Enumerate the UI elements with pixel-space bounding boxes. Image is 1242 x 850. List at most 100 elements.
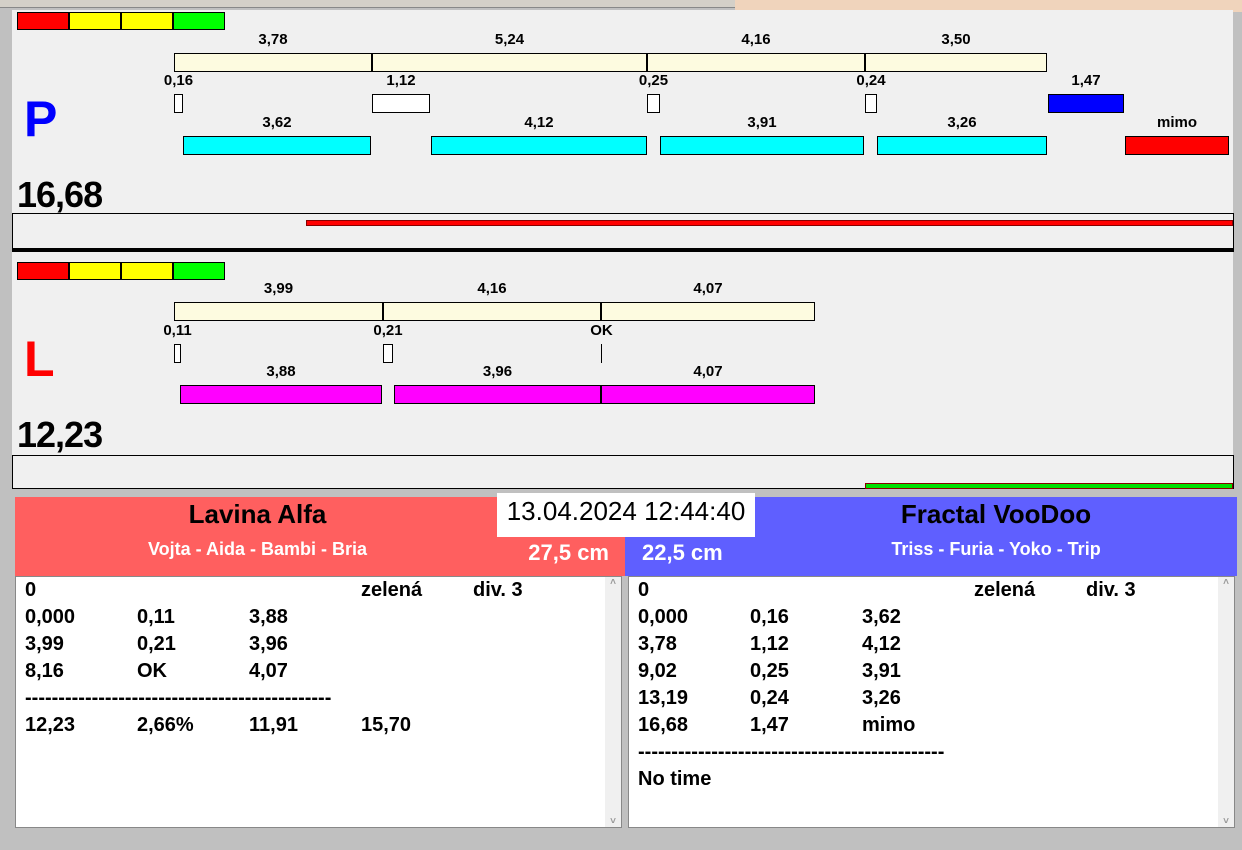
cell: zelená <box>974 579 1036 601</box>
bottom-label: 3,88 <box>266 363 296 380</box>
bottom-segment <box>183 136 371 155</box>
cell: 0,16 <box>750 606 789 628</box>
bottom-segment <box>877 136 1047 155</box>
right-team-height: 22,5 cm <box>642 540 723 565</box>
swatch-green <box>173 12 225 30</box>
cell: 13,19 <box>638 687 689 709</box>
top-label: 3,50 <box>941 31 971 48</box>
gap-label: 0,24 <box>856 72 886 89</box>
cell: 12,23 <box>25 714 76 736</box>
swatch-yellow <box>121 262 173 280</box>
p_panel-letter: P <box>24 91 58 147</box>
cell: 3,78 <box>638 633 677 655</box>
cell: div. 3 <box>1086 579 1136 601</box>
cell: 3,99 <box>25 633 64 655</box>
gap-tick <box>601 344 602 363</box>
text-row: 0,000 0,11 3,88 <box>16 606 621 633</box>
left-team-name: Lavina Alfa <box>188 499 327 529</box>
gap-label: OK <box>590 322 613 339</box>
top-tab-strip <box>0 0 735 8</box>
left-team-height: 27,5 cm <box>528 540 609 565</box>
cell: 1,12 <box>750 633 789 655</box>
cell: 3,62 <box>862 606 901 628</box>
cell: 16,68 <box>638 714 689 736</box>
top-label: 5,24 <box>494 31 525 48</box>
swatch-yellow <box>69 12 121 30</box>
gap-label: 0,11 <box>163 322 192 339</box>
progress-track <box>12 213 1234 249</box>
cell: No time <box>638 768 712 790</box>
bottom-label: 3,26 <box>947 114 977 131</box>
progress-track <box>12 455 1234 489</box>
bottom-segment <box>394 385 601 404</box>
gap-label: 1,47 <box>1071 72 1101 89</box>
cell: 0,11 <box>137 606 175 628</box>
left-results-text[interactable]: ˄ ˅ 0 zelená div. 3 0,000 0,11 3,88 3,99 0,21 3,9… <box>15 576 622 828</box>
cell: 8,16 <box>25 660 64 682</box>
l_panel-total: 12,23 <box>17 414 103 455</box>
swatch-green <box>173 262 225 280</box>
cell: 0 <box>638 579 650 601</box>
p-panel: P 16,68 3,78 5,24 4,16 3,50 0,16 1,12 0,25 0,24 1,… <box>12 10 1234 249</box>
bottom-segment <box>431 136 647 155</box>
top-label: 4,07 <box>693 280 723 297</box>
text-row: 9,02 0,25 3,91 <box>629 660 1234 687</box>
text-row: 13,19 0,24 3,26 <box>629 687 1234 714</box>
cell: 0 <box>25 579 37 601</box>
cell: 0,21 <box>137 633 176 655</box>
text-row: No time <box>629 768 1234 795</box>
text-row: ----------------------------------------… <box>16 687 621 714</box>
text-row: 3,99 0,21 3,96 <box>16 633 621 660</box>
text-row: 0 zelená div. 3 <box>16 579 621 606</box>
top-label: 4,16 <box>741 31 771 48</box>
text-row: 8,16 OK 4,07 <box>16 660 621 687</box>
cell: OK <box>137 660 167 682</box>
l_panel-letter: L <box>24 331 55 387</box>
left-team-dogs: Vojta - Aida - Bambi - Bria <box>147 539 368 559</box>
cell: 1,47 <box>750 714 789 736</box>
progress-bar <box>865 483 1233 489</box>
p_panel-total: 16,68 <box>17 174 103 215</box>
gap-label: 0,25 <box>638 72 669 89</box>
cell: mimo <box>862 714 916 736</box>
gap-box <box>372 94 430 113</box>
right-team-dogs: Triss - Furia - Yoko - Trip <box>891 539 1101 559</box>
cell: 2,66% <box>137 714 194 736</box>
top-segment <box>372 53 647 72</box>
gap-label: 0,21 <box>373 322 403 339</box>
gap-box <box>647 94 660 113</box>
bottom-segment <box>660 136 864 155</box>
progress-bar <box>306 220 1233 226</box>
cell: 3,88 <box>249 606 288 628</box>
right-team-name: Fractal VooDoo <box>900 499 1092 529</box>
cell: 3,96 <box>249 633 288 655</box>
cell: 4,07 <box>249 660 288 682</box>
swatch-yellow <box>121 12 173 30</box>
cell: 15,70 <box>361 714 412 736</box>
top-label: 4,16 <box>477 280 507 297</box>
bottom-label: 3,91 <box>747 114 777 131</box>
swatch-red <box>17 262 69 280</box>
top-segment <box>174 302 383 321</box>
cell: 3,91 <box>862 660 901 682</box>
gap-box <box>174 344 181 363</box>
bottom-label: 3,62 <box>262 114 292 131</box>
right-results-text[interactable]: ˄ ˅ 0 zelená div. 3 0,000 0,16 3,62 3,78 1,12 4,1… <box>628 576 1235 828</box>
top-segment <box>865 53 1047 72</box>
cell: 0,000 <box>638 606 689 628</box>
bottom-label: 4,07 <box>693 363 723 380</box>
text-row: 0 zelená div. 3 <box>629 579 1234 606</box>
cell: ----------------------------------------… <box>638 741 945 763</box>
bottom-label: 4,12 <box>524 114 554 131</box>
text-row: 0,000 0,16 3,62 <box>629 606 1234 633</box>
cell: 11,91 <box>249 714 298 736</box>
cell: 0,000 <box>25 606 76 628</box>
top-label: 3,99 <box>263 280 294 297</box>
bottom-segment <box>180 385 382 404</box>
cell: 9,02 <box>638 660 677 682</box>
bottom-segment <box>1125 136 1229 155</box>
l-panel: L 12,23 3,99 4,16 4,07 0,11 0,21 OK 3,88 3,96 4,07 <box>12 252 1234 489</box>
cell: div. 3 <box>473 579 523 601</box>
gap-box <box>383 344 393 363</box>
bottom-label: mimo <box>1156 114 1198 131</box>
